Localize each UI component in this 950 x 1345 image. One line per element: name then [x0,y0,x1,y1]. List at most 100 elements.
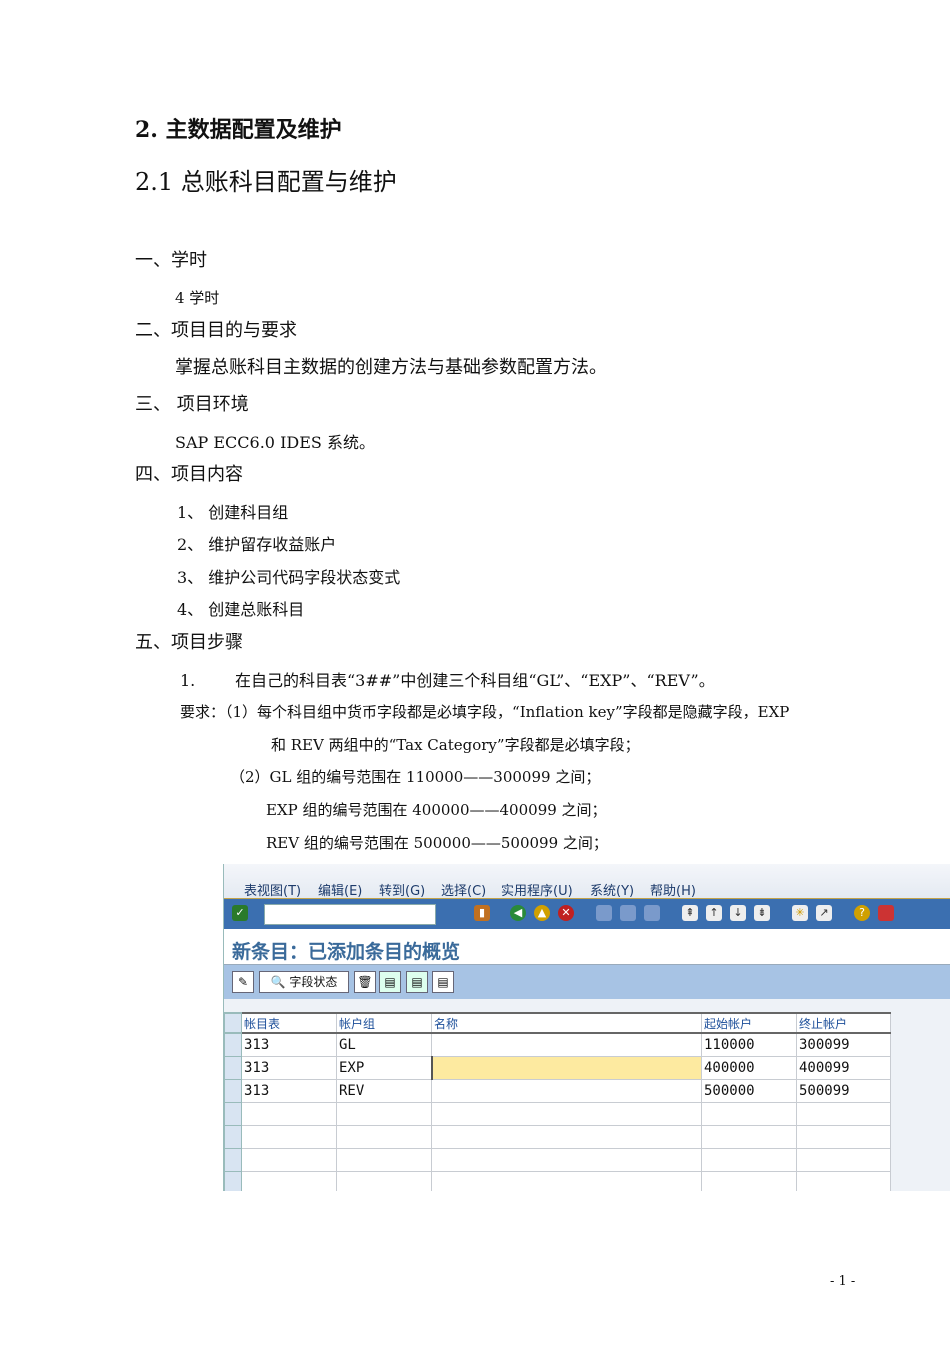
table-cell[interactable]: 110000 [701,1032,797,1057]
application-toolbar: ✎ 🔍 字段状态 🗑 ▤ ▤ ▤ [224,965,950,999]
row-selector[interactable] [224,1032,242,1057]
table-cell[interactable] [701,1125,797,1149]
table-cell[interactable] [241,1171,337,1191]
next-page-icon[interactable]: ↓ [730,905,746,921]
cancel-icon[interactable]: ✕ [558,905,574,921]
help-icon[interactable]: ? [854,905,870,921]
first-page-icon[interactable]: ⇞ [682,905,698,921]
table-cell[interactable] [796,1125,891,1149]
menu-system[interactable]: 系统(Y) [590,880,634,899]
last-page-icon[interactable]: ⇟ [754,905,770,921]
save-icon[interactable]: ▮ [474,905,490,921]
table-cell[interactable] [241,1102,337,1126]
table-cell[interactable]: 500000 [701,1079,797,1103]
table-cell[interactable]: 313 [241,1079,337,1103]
row-selector[interactable] [224,1102,242,1126]
table-cell[interactable]: EXP [336,1056,432,1080]
table-cell[interactable]: 400099 [796,1056,891,1080]
menu-goto[interactable]: 转到(G) [379,880,425,899]
document-page: 2. 主数据配置及维护 2.1 总账科目配置与维护 一、学时 4 学时 二、项目… [0,0,950,1345]
table-cell[interactable] [431,1148,702,1172]
page-number: - 1 - [830,1274,856,1289]
shortcut-icon[interactable]: ↗ [816,905,832,921]
back-icon[interactable]: ◀ [510,905,526,921]
table-cell[interactable]: 500099 [796,1079,891,1103]
select-block-icon[interactable]: ▤ [406,971,428,993]
col-name: 名称 [431,1012,702,1034]
sap-screenshot: 表视图(T) 编辑(E) 转到(G) 选择(C) 实用程序(U) 系统(Y) 帮… [223,864,950,1191]
row-selector[interactable] [224,1079,242,1103]
table-cell[interactable] [336,1125,432,1149]
menu-bar: 表视图(T) 编辑(E) 转到(G) 选择(C) 实用程序(U) 系统(Y) 帮… [224,864,950,899]
col-from-account: 起始帐户 [701,1012,797,1034]
table-row [224,1171,891,1191]
list-item: 4、 创建总账科目 [177,600,305,619]
row-selector[interactable] [224,1171,242,1191]
list-item: 1、 创建科目组 [177,503,289,522]
table-cell[interactable] [431,1079,702,1103]
col-to-account: 终止帐户 [796,1012,891,1034]
new-session-icon[interactable]: ✳ [792,905,808,921]
layout-icon[interactable] [878,905,894,921]
find-icon[interactable] [620,905,636,921]
table-cell[interactable] [336,1102,432,1126]
menu-edit[interactable]: 编辑(E) [318,880,362,899]
find-next-icon[interactable] [644,905,660,921]
table-cell[interactable] [336,1171,432,1191]
table-row [224,1148,891,1172]
previous-page-icon[interactable]: ↑ [706,905,722,921]
table-cell[interactable]: 300099 [796,1032,891,1057]
section-2-body: 掌握总账科目主数据的创建方法与基础参数配置方法。 [175,357,607,378]
col-account-group: 帐户组 [336,1012,432,1034]
heading-1: 2. 主数据配置及维护 [135,117,342,143]
requirement-line: 和 REV 两组中的“Tax Category”字段都是必填字段； [271,736,640,754]
table-cell[interactable] [241,1148,337,1172]
table-cell[interactable] [430,1056,702,1080]
row-selector[interactable] [224,1125,242,1149]
table-cell[interactable] [431,1102,702,1126]
delete-icon[interactable]: 🗑 [354,971,376,993]
table-cell[interactable] [431,1125,702,1149]
table-row [224,1125,891,1149]
table-cell[interactable] [241,1125,337,1149]
menu-selection[interactable]: 选择(C) [441,880,486,899]
field-status-button[interactable]: 🔍 字段状态 [259,971,349,993]
requirement-line: 要求：（1）每个科目组中货币字段都是必填字段，“Inflation key”字段… [180,703,790,721]
table-header: 帐目表 帐户组 名称 起始帐户 终止帐户 [224,1012,891,1034]
table-cell[interactable] [431,1171,702,1191]
command-field[interactable] [264,904,436,925]
select-all-icon[interactable]: ▤ [379,971,401,993]
menu-help[interactable]: 帮助(H) [650,880,696,899]
print-icon[interactable] [596,905,612,921]
table-cell[interactable]: REV [336,1079,432,1103]
table-cell[interactable] [701,1102,797,1126]
table-cell[interactable] [701,1148,797,1172]
table-row [224,1102,891,1126]
row-selector[interactable] [224,1056,242,1080]
section-3-title: 三、 项目环境 [135,394,249,415]
select-all-column[interactable] [224,1012,242,1034]
display-change-icon[interactable]: ✎ [232,971,254,993]
table-cell[interactable] [431,1032,702,1057]
table-cell[interactable] [796,1171,891,1191]
table-cell[interactable]: 313 [241,1056,337,1080]
menu-table-view[interactable]: 表视图(T) [244,880,301,899]
table-cell[interactable] [701,1171,797,1191]
table-cell[interactable] [336,1148,432,1172]
table-cell[interactable]: 400000 [701,1056,797,1080]
screen-title-bar: 新条目：已添加条目的概览 [224,929,950,965]
standard-toolbar: ✓ ▮ ◀ ▲ ✕ ⇞ ↑ ↓ ⇟ ✳ ↗ ? [224,898,950,929]
step-number: 1. [180,671,196,690]
menu-utilities[interactable]: 实用程序(U) [501,880,573,899]
heading-2: 2.1 总账科目配置与维护 [135,168,397,196]
table-cell[interactable] [796,1148,891,1172]
section-1-title: 一、学时 [135,250,207,271]
row-selector[interactable] [224,1148,242,1172]
table-cell[interactable]: GL [336,1032,432,1057]
table-cell[interactable]: 313 [241,1032,337,1057]
exit-icon[interactable]: ▲ [534,905,550,921]
enter-check-icon[interactable]: ✓ [232,905,248,921]
table-cell[interactable] [796,1102,891,1126]
deselect-all-icon[interactable]: ▤ [432,971,454,993]
section-4-title: 四、项目内容 [135,464,243,485]
